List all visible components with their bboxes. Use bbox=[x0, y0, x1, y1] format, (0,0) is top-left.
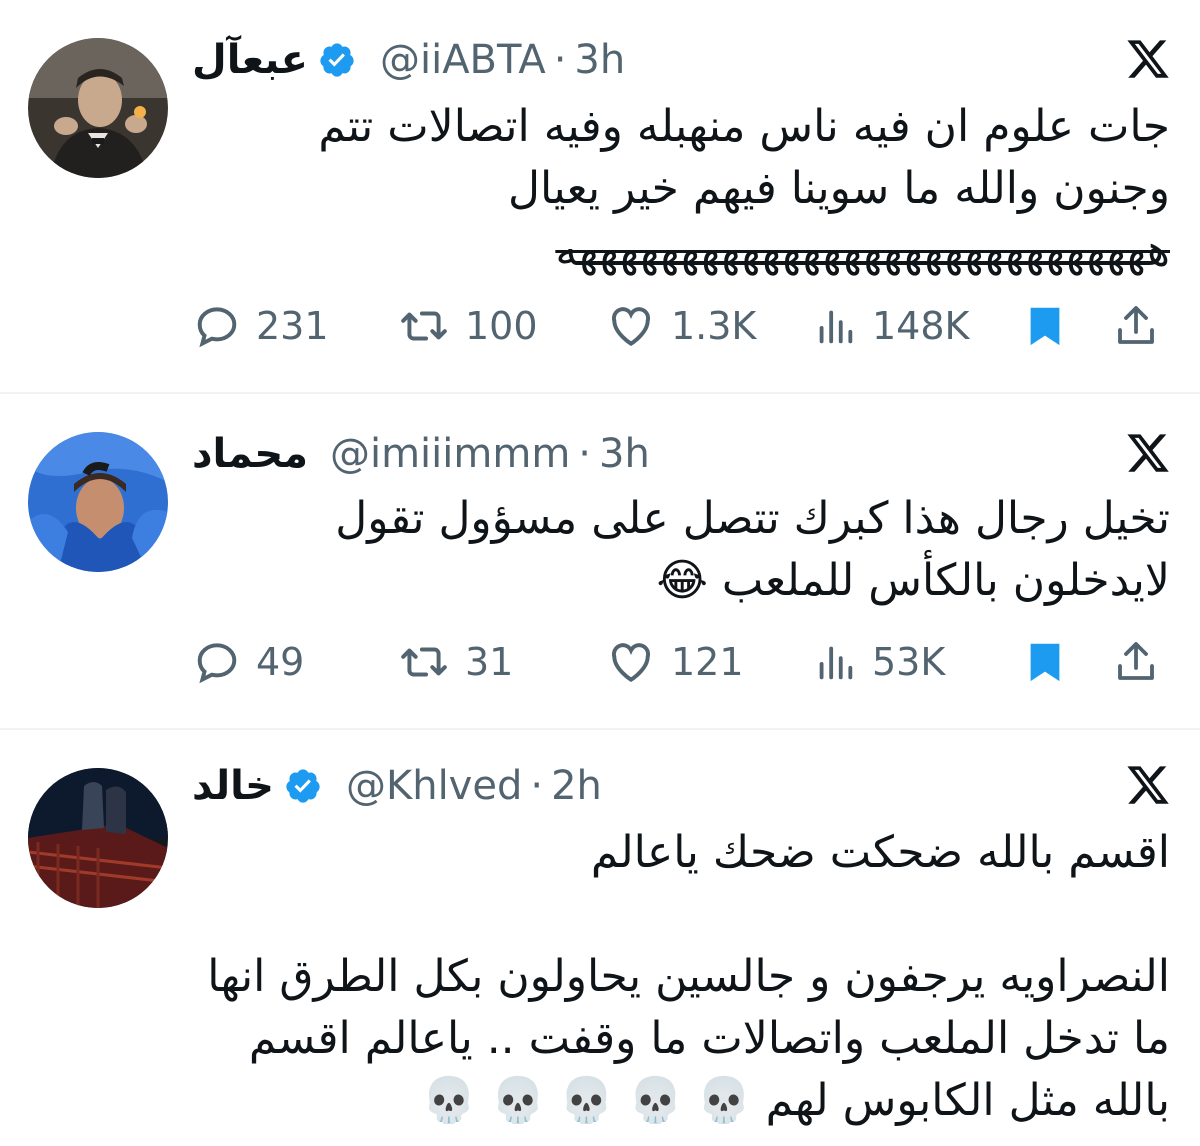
tweet-text-line: هههههههههههههههههههههههههههههه bbox=[555, 225, 1170, 276]
reply-button[interactable]: 49 bbox=[192, 632, 304, 692]
timestamp[interactable]: 2h bbox=[551, 763, 602, 809]
retweet-count: 31 bbox=[465, 640, 514, 684]
retweet-button[interactable]: 31 bbox=[397, 632, 513, 692]
avatar[interactable] bbox=[28, 768, 168, 908]
retweet-button[interactable]: 100 bbox=[397, 296, 538, 356]
tweet-header: خالد @Khlved · 2h bbox=[192, 758, 602, 814]
bookmark-icon bbox=[1030, 643, 1060, 682]
tweet-1[interactable]: عبعآل @iiABTA · 3h جات علوم ان فيه ناس م… bbox=[0, 0, 1200, 392]
user-handle[interactable]: @Khlved bbox=[346, 763, 522, 809]
views-button[interactable]: 148K bbox=[812, 296, 969, 356]
verified-badge-icon bbox=[318, 41, 356, 79]
views-count: 53K bbox=[872, 640, 946, 684]
reply-icon bbox=[197, 307, 237, 348]
heart-icon bbox=[611, 643, 651, 683]
user-handle[interactable]: @imiiimmm bbox=[330, 431, 570, 477]
like-button[interactable]: 121 bbox=[605, 632, 744, 692]
user-handle[interactable]: @iiABTA bbox=[380, 37, 546, 83]
share-icon bbox=[1118, 306, 1154, 344]
views-count: 148K bbox=[872, 304, 970, 348]
share-button[interactable] bbox=[1112, 296, 1160, 356]
tweet-text-line: ما تدخل الملعب واتصالات ما وقفت .. ياعال… bbox=[248, 1013, 1170, 1064]
tweet-text-line: تخيل رجال هذا كبرك تتصل على مسؤول تقول bbox=[335, 493, 1170, 544]
bookmark-icon bbox=[1030, 307, 1060, 346]
tweet-text-line: لايدخلون بالكأس للملعب 😂 bbox=[656, 555, 1171, 606]
x-logo-icon bbox=[1124, 430, 1172, 476]
retweet-icon bbox=[401, 311, 447, 341]
like-count: 1.3K bbox=[671, 304, 757, 348]
retweet-icon bbox=[401, 647, 447, 677]
tweet-feed: عبعآل @iiABTA · 3h جات علوم ان فيه ناس م… bbox=[0, 0, 1200, 1146]
heart-icon bbox=[611, 307, 651, 347]
avatar[interactable] bbox=[28, 38, 168, 178]
like-count: 121 bbox=[671, 640, 744, 684]
views-icon bbox=[819, 646, 853, 680]
tweet-header: محماد @imiiimmm · 3h bbox=[192, 426, 650, 482]
share-icon bbox=[1118, 642, 1154, 680]
x-logo-icon bbox=[1124, 36, 1172, 82]
display-name[interactable]: خالد bbox=[192, 763, 274, 809]
bookmark-button[interactable] bbox=[1022, 296, 1068, 356]
tweet-text-line: اقسم بالله ضحكت ضحك ياعالم bbox=[590, 827, 1170, 878]
tweet-text-line: النصراويه يرجفون و جالسين يحاولون بكل ال… bbox=[207, 951, 1170, 1002]
display-name[interactable]: محماد bbox=[192, 431, 308, 477]
reply-icon bbox=[197, 643, 237, 684]
tweet-text: اقسم بالله ضحكت ضحك ياعالم النصراويه يرج… bbox=[207, 822, 1170, 1132]
views-icon bbox=[819, 310, 853, 344]
tweet-2[interactable]: محماد @imiiimmm · 3h تخيل رجال هذا كبرك … bbox=[0, 394, 1200, 726]
tweet-text-line: وجنون والله ما سوينا فيهم خير يعيال bbox=[508, 163, 1170, 214]
tweet-text: تخيل رجال هذا كبرك تتصل على مسؤول تقول ل… bbox=[335, 488, 1170, 612]
verified-badge-icon bbox=[284, 767, 322, 805]
like-button[interactable]: 1.3K bbox=[605, 296, 756, 356]
tweet-text-line: جات علوم ان فيه ناس منهبله وفيه اتصالات … bbox=[318, 101, 1170, 152]
retweet-count: 100 bbox=[465, 304, 538, 348]
tweet-header: عبعآل @iiABTA · 3h bbox=[192, 32, 625, 88]
bookmark-button[interactable] bbox=[1022, 632, 1068, 692]
reply-button[interactable]: 231 bbox=[192, 296, 329, 356]
separator: · bbox=[553, 37, 567, 83]
tweet-text-line bbox=[207, 884, 1170, 946]
reply-count: 49 bbox=[256, 640, 305, 684]
share-button[interactable] bbox=[1112, 632, 1160, 692]
timestamp[interactable]: 3h bbox=[599, 431, 650, 477]
display-name[interactable]: عبعآل bbox=[192, 37, 308, 83]
tweet-text-line: بالله مثل الكابوس لهم 💀 💀 💀 💀 💀 bbox=[421, 1075, 1170, 1126]
avatar[interactable] bbox=[28, 432, 168, 572]
separator: · bbox=[530, 763, 544, 809]
separator: · bbox=[578, 431, 591, 477]
tweet-3[interactable]: خالد @Khlved · 2h اقسم بالله ضحكت ضحك يا… bbox=[0, 730, 1200, 1146]
tweet-actions: 49 31 121 53K bbox=[192, 632, 1172, 692]
timestamp[interactable]: 3h bbox=[574, 37, 625, 83]
x-logo-icon bbox=[1124, 762, 1172, 808]
tweet-text: جات علوم ان فيه ناس منهبله وفيه اتصالات … bbox=[318, 96, 1170, 282]
views-button[interactable]: 53K bbox=[812, 632, 945, 692]
tweet-actions: 231 100 1.3K 148K bbox=[192, 296, 1172, 356]
reply-count: 231 bbox=[256, 304, 329, 348]
